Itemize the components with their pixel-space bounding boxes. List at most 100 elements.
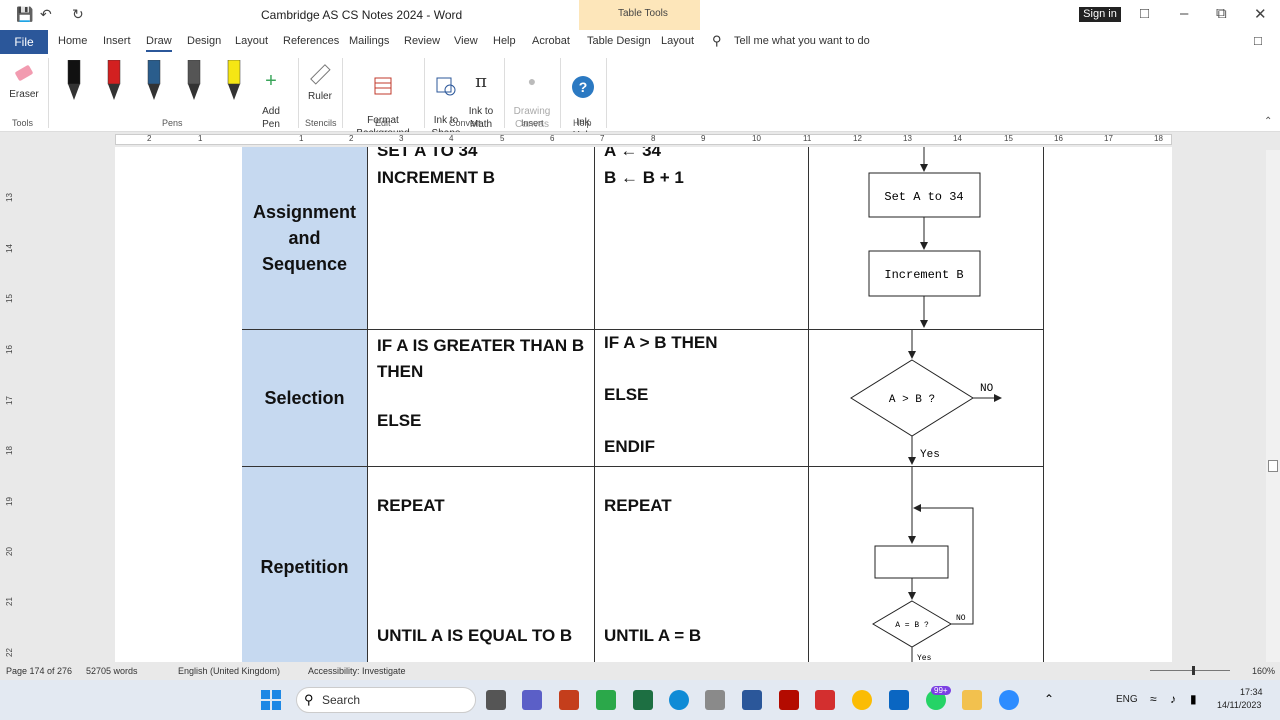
tab-file[interactable]: File — [0, 30, 48, 54]
vertical-scrollbar[interactable] — [1266, 150, 1280, 662]
separator — [504, 58, 505, 128]
separator — [424, 58, 425, 128]
help-icon: ? — [572, 76, 594, 98]
clock-time[interactable]: 17:34 — [1240, 687, 1263, 697]
ruler-number: 14 — [953, 134, 962, 143]
powerpoint-icon[interactable] — [559, 690, 579, 710]
ruler-number: 9 — [701, 134, 706, 143]
word-count[interactable]: 52705 words — [86, 666, 138, 676]
format-background-button[interactable]: Format Background — [350, 62, 416, 140]
row-heading-assignment: Assignment and Sequence — [242, 147, 367, 329]
search-icon: ⚲ — [304, 692, 314, 707]
page-count[interactable]: Page 174 of 276 — [6, 666, 72, 676]
ink-to-shape-button[interactable]: Ink to Shape — [430, 62, 462, 140]
tell-me-search[interactable]: Tell me what you want to do — [734, 35, 870, 47]
store-icon[interactable] — [889, 690, 909, 710]
scroll-thumb[interactable] — [1268, 460, 1278, 472]
canvas-icon: ● — [527, 73, 537, 89]
vertical-ruler-number: 21 — [4, 597, 14, 606]
flow-box-set-text: Set A to 34 — [884, 190, 963, 204]
pen-5[interactable] — [227, 59, 241, 102]
pseudo-line: B ← B + 1 — [604, 168, 684, 187]
document-title: Cambridge AS CS Notes 2024 - Word — [261, 8, 463, 22]
save-icon[interactable]: 💾 — [16, 6, 33, 23]
flowchart-selection: A > B ? NO Yes — [850, 330, 1002, 465]
redo-icon[interactable]: ↻ — [72, 6, 84, 23]
tab-design[interactable]: Design — [187, 35, 221, 47]
zoom-slider[interactable] — [1150, 670, 1230, 671]
zoom-level[interactable]: 160% — [1252, 666, 1275, 676]
flow-yes-label: Yes — [917, 654, 932, 662]
accessibility-status[interactable]: Accessibility: Investigate — [308, 666, 406, 676]
tab-insert[interactable]: Insert — [103, 35, 131, 47]
vertical-ruler-number: 15 — [4, 294, 14, 303]
eraser-button[interactable]: Eraser — [8, 62, 40, 101]
ink-help-button[interactable]: ? Ink Help — [568, 62, 598, 142]
add-pen-button[interactable]: + Add Pen — [256, 62, 286, 131]
vertical-ruler-number: 13 — [4, 193, 14, 202]
snipping-icon[interactable] — [596, 690, 616, 710]
chrome-icon[interactable] — [852, 690, 872, 710]
acrobat-reader-icon[interactable] — [815, 690, 835, 710]
tab-layout[interactable]: Layout — [235, 35, 268, 47]
separator — [606, 58, 607, 128]
task-view-icon[interactable] — [486, 690, 506, 710]
ruler-number: 18 — [1154, 134, 1163, 143]
file-explorer-icon[interactable] — [962, 690, 982, 710]
undo-icon[interactable]: ↶ — [40, 6, 52, 23]
teams-icon[interactable] — [522, 690, 542, 710]
app-icon[interactable] — [705, 690, 725, 710]
group-pens-label: Pens — [162, 118, 183, 128]
eraser-icon — [15, 65, 33, 81]
pen-2[interactable] — [107, 59, 121, 102]
flow-yes-label: Yes — [920, 449, 940, 461]
zoom-slider-thumb[interactable] — [1192, 666, 1195, 675]
title-bar: 💾 ↶ ↻ Cambridge AS CS Notes 2024 - Word … — [0, 0, 1280, 30]
ruler-number: 4 — [449, 134, 454, 143]
word-icon[interactable] — [742, 690, 762, 710]
pen-1[interactable] — [67, 59, 81, 102]
language-indicator[interactable]: ENG — [1116, 694, 1138, 705]
tab-table-design[interactable]: Table Design — [587, 35, 651, 47]
close-icon[interactable]: ✕ — [1254, 5, 1267, 23]
ruler-number: 15 — [1004, 134, 1013, 143]
restore-icon[interactable]: ⧉ — [1216, 5, 1227, 22]
sign-in-button[interactable]: Sign in — [1079, 7, 1121, 22]
ruler-label: Ruler — [308, 91, 332, 102]
tab-view[interactable]: View — [454, 35, 478, 47]
clock-date[interactable]: 14/11/2023 — [1217, 700, 1261, 710]
tab-mailings[interactable]: Mailings — [349, 35, 389, 47]
windows-start-icon[interactable] — [261, 690, 281, 710]
battery-icon[interactable]: ▮ — [1190, 692, 1197, 706]
status-bar: Page 174 of 276 52705 words English (Uni… — [0, 662, 1280, 680]
zoom-app-icon[interactable] — [999, 690, 1019, 710]
ribbon-display-icon[interactable]: □ — [1140, 5, 1149, 22]
plus-icon: + — [265, 70, 277, 92]
ruler-button[interactable]: Ruler — [305, 62, 335, 103]
group-help-label: Help — [573, 118, 592, 128]
volume-icon[interactable]: ♪ — [1170, 692, 1176, 706]
tab-help[interactable]: Help — [493, 35, 516, 47]
language[interactable]: English (United Kingdom) — [178, 666, 280, 676]
row-heading-text: Repetition — [260, 557, 349, 577]
pen-4[interactable] — [187, 59, 201, 102]
minimize-icon[interactable]: – — [1180, 5, 1188, 22]
excel-icon[interactable] — [633, 690, 653, 710]
separator — [298, 58, 299, 128]
acrobat-icon[interactable] — [779, 690, 799, 710]
tab-review[interactable]: Review — [404, 35, 440, 47]
tab-references[interactable]: References — [283, 35, 339, 47]
pen-3[interactable] — [147, 59, 161, 102]
tray-chevron-icon[interactable]: ⌃ — [1044, 692, 1054, 706]
comments-icon[interactable]: □ — [1254, 33, 1262, 48]
tab-acrobat[interactable]: Acrobat — [532, 35, 570, 47]
tab-home[interactable]: Home — [58, 35, 87, 47]
collapse-ribbon-icon[interactable]: ⌃ — [1264, 116, 1272, 127]
eraser-label: Eraser — [9, 89, 39, 100]
document-page[interactable]: Assignment and Sequence SET A TO 34 INCR… — [115, 147, 1172, 662]
row-heading-text: Selection — [264, 388, 345, 408]
edge-icon[interactable] — [669, 690, 689, 710]
tab-draw[interactable]: Draw — [146, 35, 172, 52]
wifi-icon[interactable]: ≈ — [1150, 692, 1157, 706]
tab-table-layout[interactable]: Layout — [661, 35, 694, 47]
